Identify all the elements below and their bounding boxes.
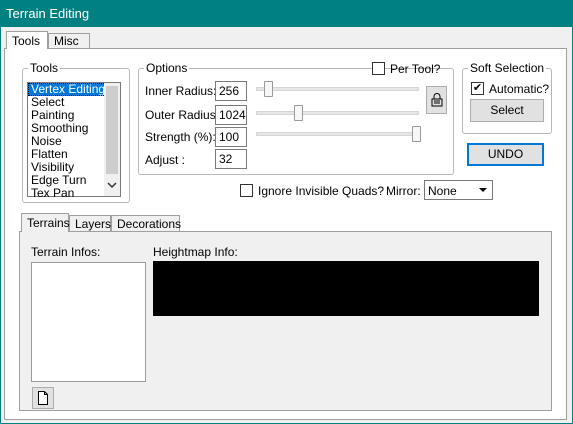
lock-button[interactable] — [426, 86, 447, 114]
outer-radius-slider-thumb[interactable] — [294, 105, 303, 121]
soft-selection-group: Soft Selection — [462, 61, 552, 134]
inner-radius-field[interactable]: 256 — [215, 81, 247, 101]
new-document-icon — [38, 391, 48, 405]
soft-select-button[interactable]: Select — [470, 99, 544, 122]
strength-field[interactable]: 100 — [215, 127, 247, 147]
terrain-infos-list[interactable] — [31, 262, 146, 382]
window-title: Terrain Editing — [6, 6, 90, 21]
tab-layers-label: Layers — [75, 217, 112, 231]
automatic-checkbox[interactable]: ✔ — [471, 82, 484, 95]
tab-tools-label: Tools — [12, 34, 41, 48]
adjust-field[interactable]: 32 — [215, 149, 247, 169]
outer-radius-label: Outer Radius: — [145, 108, 220, 122]
per-tool-label: Per Tool? — [390, 62, 441, 76]
tools-legend: Tools — [30, 61, 59, 75]
ignore-invisible-label: Ignore Invisible Quads? — [258, 184, 385, 198]
inner-radius-label: Inner Radius: — [145, 84, 217, 98]
mirror-label: Mirror: — [386, 184, 421, 198]
mirror-dropdown[interactable]: None — [424, 180, 493, 200]
chevron-down-icon — [479, 188, 487, 192]
strength-label: Strength (%): — [145, 130, 216, 144]
automatic-label: Automatic? — [489, 82, 550, 96]
tab-tools[interactable]: Tools — [6, 31, 48, 49]
inner-radius-slider[interactable] — [256, 87, 419, 91]
soft-selection-legend: Soft Selection — [470, 61, 545, 75]
mirror-dropdown-arrow[interactable] — [475, 181, 492, 199]
undo-button[interactable]: UNDO — [467, 143, 544, 166]
lock-icon — [431, 93, 442, 107]
strength-slider-thumb[interactable] — [412, 126, 421, 142]
strength-slider[interactable] — [256, 132, 419, 136]
new-terrain-button[interactable] — [32, 387, 54, 409]
ignore-invisible-checkbox[interactable] — [240, 184, 253, 197]
tools-scroll-thumb[interactable] — [106, 86, 118, 174]
mirror-value: None — [428, 184, 457, 198]
tab-layers[interactable]: Layers — [69, 215, 111, 231]
tab-decorations-label: Decorations — [117, 217, 182, 231]
window-border-left — [0, 27, 1, 424]
tools-scrollbar[interactable] — [104, 83, 120, 196]
options-legend: Options — [146, 61, 188, 75]
chevron-down-icon[interactable] — [107, 181, 117, 189]
tab-decorations[interactable]: Decorations — [111, 215, 182, 231]
tab-misc[interactable]: Misc — [48, 33, 90, 48]
tab-misc-label: Misc — [54, 34, 79, 48]
heightmap-info-label: Heightmap Info: — [153, 245, 238, 259]
outer-radius-field[interactable]: 1024 — [215, 105, 247, 125]
tab-terrains-label: Terrains — [27, 216, 70, 230]
terrain-infos-label: Terrain Infos: — [31, 245, 101, 259]
heightmap-preview — [153, 261, 539, 316]
tab-terrains[interactable]: Terrains — [21, 213, 70, 232]
adjust-label: Adjust : — [145, 153, 186, 167]
tools-listbox[interactable]: Vertex Editing Select Painting Smoothing… — [27, 82, 121, 200]
outer-radius-slider[interactable] — [256, 111, 419, 115]
inner-radius-slider-thumb[interactable] — [264, 81, 273, 97]
per-tool-checkbox[interactable] — [372, 62, 385, 75]
title-bar: Terrain Editing — [0, 0, 573, 27]
